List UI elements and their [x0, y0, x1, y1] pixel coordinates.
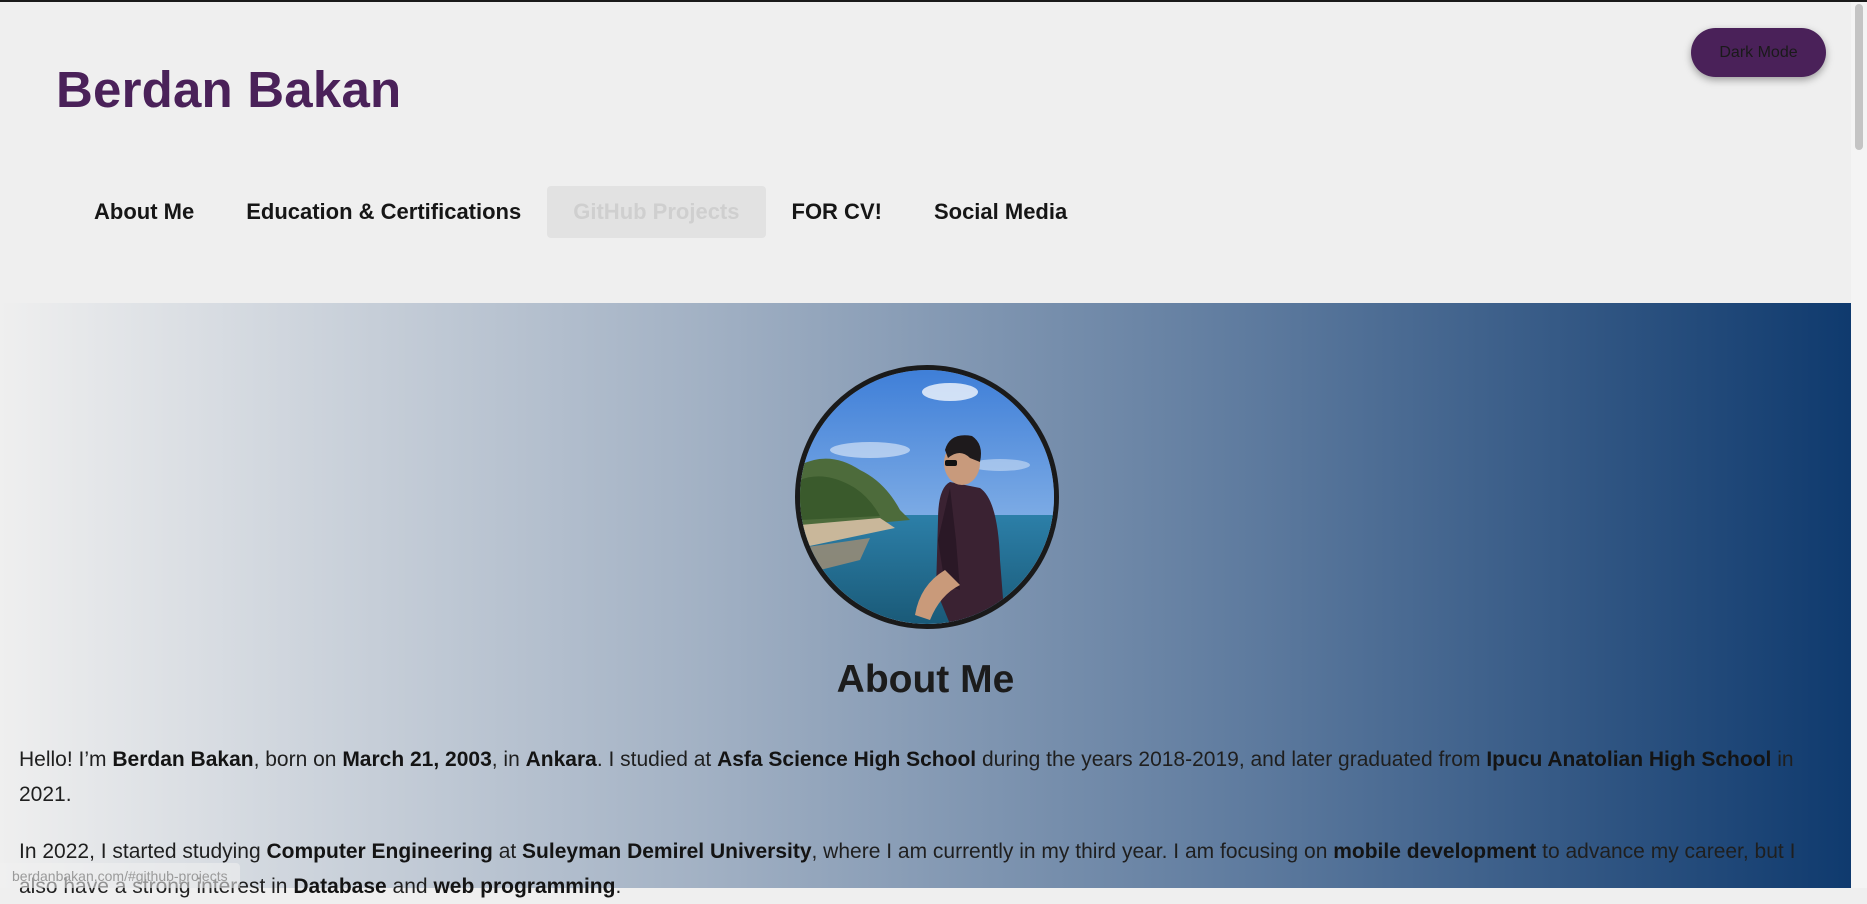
- focus-highlight: mobile development: [1333, 840, 1537, 863]
- birthdate-highlight: March 21, 2003: [342, 748, 492, 771]
- nav-item-github-projects[interactable]: GitHub Projects: [547, 186, 766, 238]
- text: during the years 2018-2019, and later gr…: [976, 748, 1487, 771]
- about-paragraph-1: Hello! I’m Berdan Bakan, born on March 2…: [19, 742, 1829, 812]
- text: and: [386, 875, 434, 898]
- text: , born on: [253, 748, 343, 771]
- university-highlight: Suleyman Demirel University: [522, 840, 812, 863]
- city-highlight: Ankara: [525, 748, 597, 771]
- dark-mode-button[interactable]: Dark Mode: [1691, 28, 1826, 77]
- profile-photo-image: [800, 370, 1054, 624]
- text: .: [615, 875, 622, 898]
- nav-item-social-media[interactable]: Social Media: [908, 186, 1093, 238]
- site-header: Berdan Bakan Dark Mode About Me Educatio…: [0, 2, 1851, 303]
- text: Hello! I’m: [19, 748, 113, 771]
- interest-highlight: Database: [293, 875, 387, 898]
- text: , in: [491, 748, 526, 771]
- about-title: About Me: [836, 658, 1015, 701]
- name-highlight: Berdan Bakan: [112, 748, 254, 771]
- school-highlight: Asfa Science High School: [717, 748, 977, 771]
- text: at: [492, 840, 523, 863]
- interest-highlight: web programming: [433, 875, 616, 898]
- text: . I studied at: [596, 748, 718, 771]
- about-paragraph-2: In 2022, I started studying Computer Eng…: [19, 834, 1829, 904]
- text: , where I am currently in my third year.…: [811, 840, 1334, 863]
- profile-photo: [795, 365, 1059, 629]
- nav-item-education[interactable]: Education & Certifications: [220, 186, 547, 238]
- site-title[interactable]: Berdan Bakan: [56, 60, 401, 119]
- scrollbar-thumb[interactable]: [1855, 4, 1863, 150]
- text: In 2022, I started studying: [19, 840, 267, 863]
- status-bar-url: berdanbakan.com/#github-projects: [0, 863, 240, 888]
- major-highlight: Computer Engineering: [266, 840, 493, 863]
- nav-item-for-cv[interactable]: FOR CV!: [766, 186, 908, 238]
- nav-item-about-me[interactable]: About Me: [68, 186, 220, 238]
- school-highlight: Ipucu Anatolian High School: [1486, 748, 1772, 771]
- main-nav: About Me Education & Certifications GitH…: [68, 186, 1093, 238]
